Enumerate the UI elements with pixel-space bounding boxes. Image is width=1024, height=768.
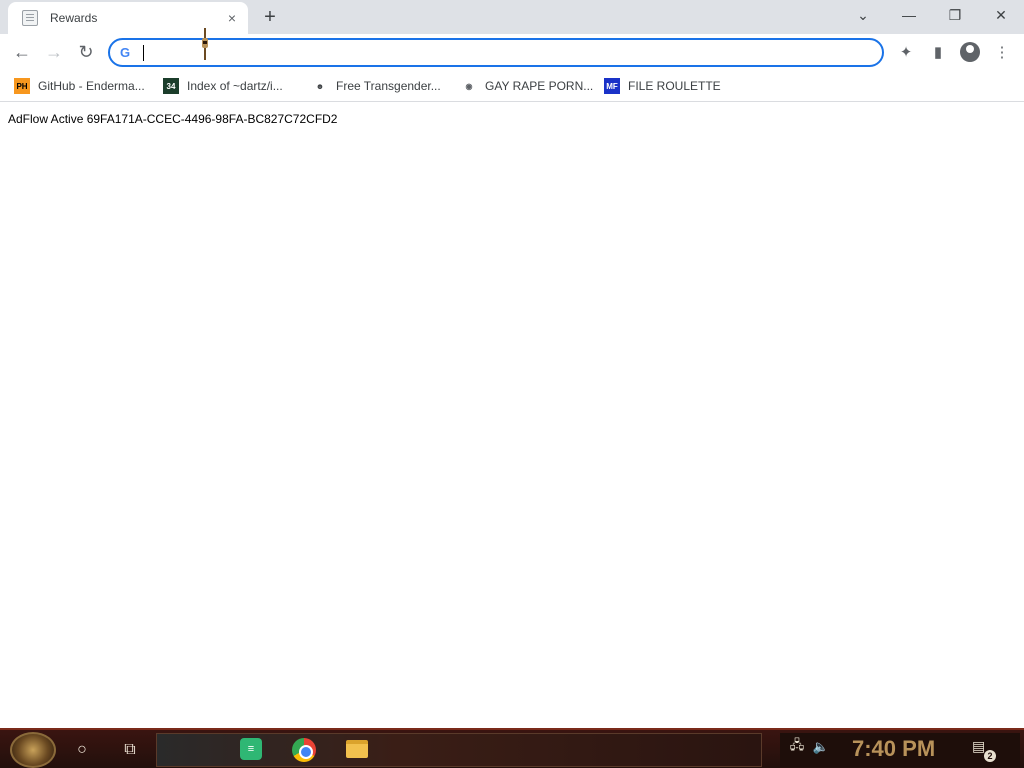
clock[interactable]: 7:40 PM bbox=[852, 736, 935, 762]
mouse-cursor-icon bbox=[202, 28, 208, 60]
side-panel-icon[interactable]: ▮ bbox=[925, 39, 951, 65]
volume-muted-icon[interactable]: 🔈 bbox=[812, 738, 830, 756]
address-input[interactable] bbox=[140, 42, 882, 63]
tab-rewards[interactable]: Rewards × bbox=[8, 2, 248, 34]
bookmark-label: Index of ~dartz/i... bbox=[187, 79, 283, 93]
tab-title: Rewards bbox=[50, 11, 98, 25]
bookmark-icon: 34 bbox=[163, 78, 179, 94]
bookmark-index-dartz[interactable]: 34 Index of ~dartz/i... bbox=[163, 76, 283, 96]
bookmark-label: GAY RAPE PORN... bbox=[485, 79, 594, 93]
notification-icon: ▤ bbox=[972, 738, 986, 754]
text-caret bbox=[143, 45, 144, 61]
minimize-button[interactable]: — bbox=[886, 0, 932, 30]
chrome-app-icon[interactable] bbox=[292, 738, 316, 762]
extensions-icon[interactable]: ✦ bbox=[893, 39, 919, 65]
task-view-icon[interactable]: ⧉ bbox=[116, 736, 144, 764]
new-tab-button[interactable]: + bbox=[258, 6, 282, 28]
globe-icon: ◉ bbox=[461, 78, 477, 94]
network-icon[interactable]: 🖧 bbox=[788, 737, 806, 756]
action-center-button[interactable]: ▤ 2 bbox=[972, 738, 996, 762]
screen: Rewards × + ⌄ — ❐ ✕ ← → ↻ G ✦ ▮ ⋮ PH Git… bbox=[0, 0, 1024, 768]
close-window-button[interactable]: ✕ bbox=[978, 0, 1024, 30]
tab-search-button[interactable]: ⌄ bbox=[840, 0, 886, 30]
toolbar: ← → ↻ G ✦ ▮ ⋮ bbox=[0, 34, 1024, 70]
profile-button[interactable] bbox=[957, 39, 983, 65]
search-icon[interactable]: ○ bbox=[68, 736, 96, 764]
back-button[interactable]: ← bbox=[8, 38, 36, 66]
bookmark-icon: ☻ bbox=[312, 78, 328, 94]
bookmark-globe-site[interactable]: ◉ GAY RAPE PORN... bbox=[461, 76, 593, 96]
start-button[interactable] bbox=[10, 732, 56, 768]
profile-icon bbox=[960, 42, 980, 62]
taskbar: ○ ⧉ ≡ 🖧 🔈 7:40 PM ▤ 2 bbox=[0, 728, 1024, 768]
bookmark-icon: PH bbox=[14, 78, 30, 94]
tab-strip: Rewards × + ⌄ — ❐ ✕ bbox=[0, 0, 1024, 34]
reload-button[interactable]: ↻ bbox=[72, 38, 100, 66]
page-text: AdFlow Active 69FA171A-CCEC-4496-98FA-BC… bbox=[8, 112, 338, 126]
forward-button[interactable]: → bbox=[40, 38, 68, 66]
bookmark-label: FILE ROULETTE bbox=[628, 79, 721, 93]
close-icon[interactable]: × bbox=[222, 8, 242, 28]
bookmarks-bar: PH GitHub - Enderma... 34 Index of ~dart… bbox=[0, 70, 1024, 102]
omnibox[interactable]: G bbox=[108, 38, 884, 67]
google-icon: G bbox=[120, 44, 131, 60]
restore-button[interactable]: ❐ bbox=[932, 0, 978, 30]
bookmark-icon: MF bbox=[604, 78, 620, 94]
file-explorer-icon[interactable] bbox=[346, 740, 368, 758]
menu-icon[interactable]: ⋮ bbox=[989, 39, 1015, 65]
page-content: AdFlow Active 69FA171A-CCEC-4496-98FA-BC… bbox=[0, 103, 1024, 728]
bookmark-label: GitHub - Enderma... bbox=[38, 79, 145, 93]
bookmark-free-transgender[interactable]: ☻ Free Transgender... bbox=[312, 76, 441, 96]
notes-app-icon[interactable]: ≡ bbox=[240, 738, 262, 760]
bookmark-file-roulette[interactable]: MF FILE ROULETTE bbox=[604, 76, 721, 96]
notification-count-badge: 2 bbox=[984, 750, 996, 762]
page-icon bbox=[22, 10, 38, 26]
bookmark-github[interactable]: PH GitHub - Enderma... bbox=[14, 76, 145, 96]
bookmark-label: Free Transgender... bbox=[336, 79, 441, 93]
